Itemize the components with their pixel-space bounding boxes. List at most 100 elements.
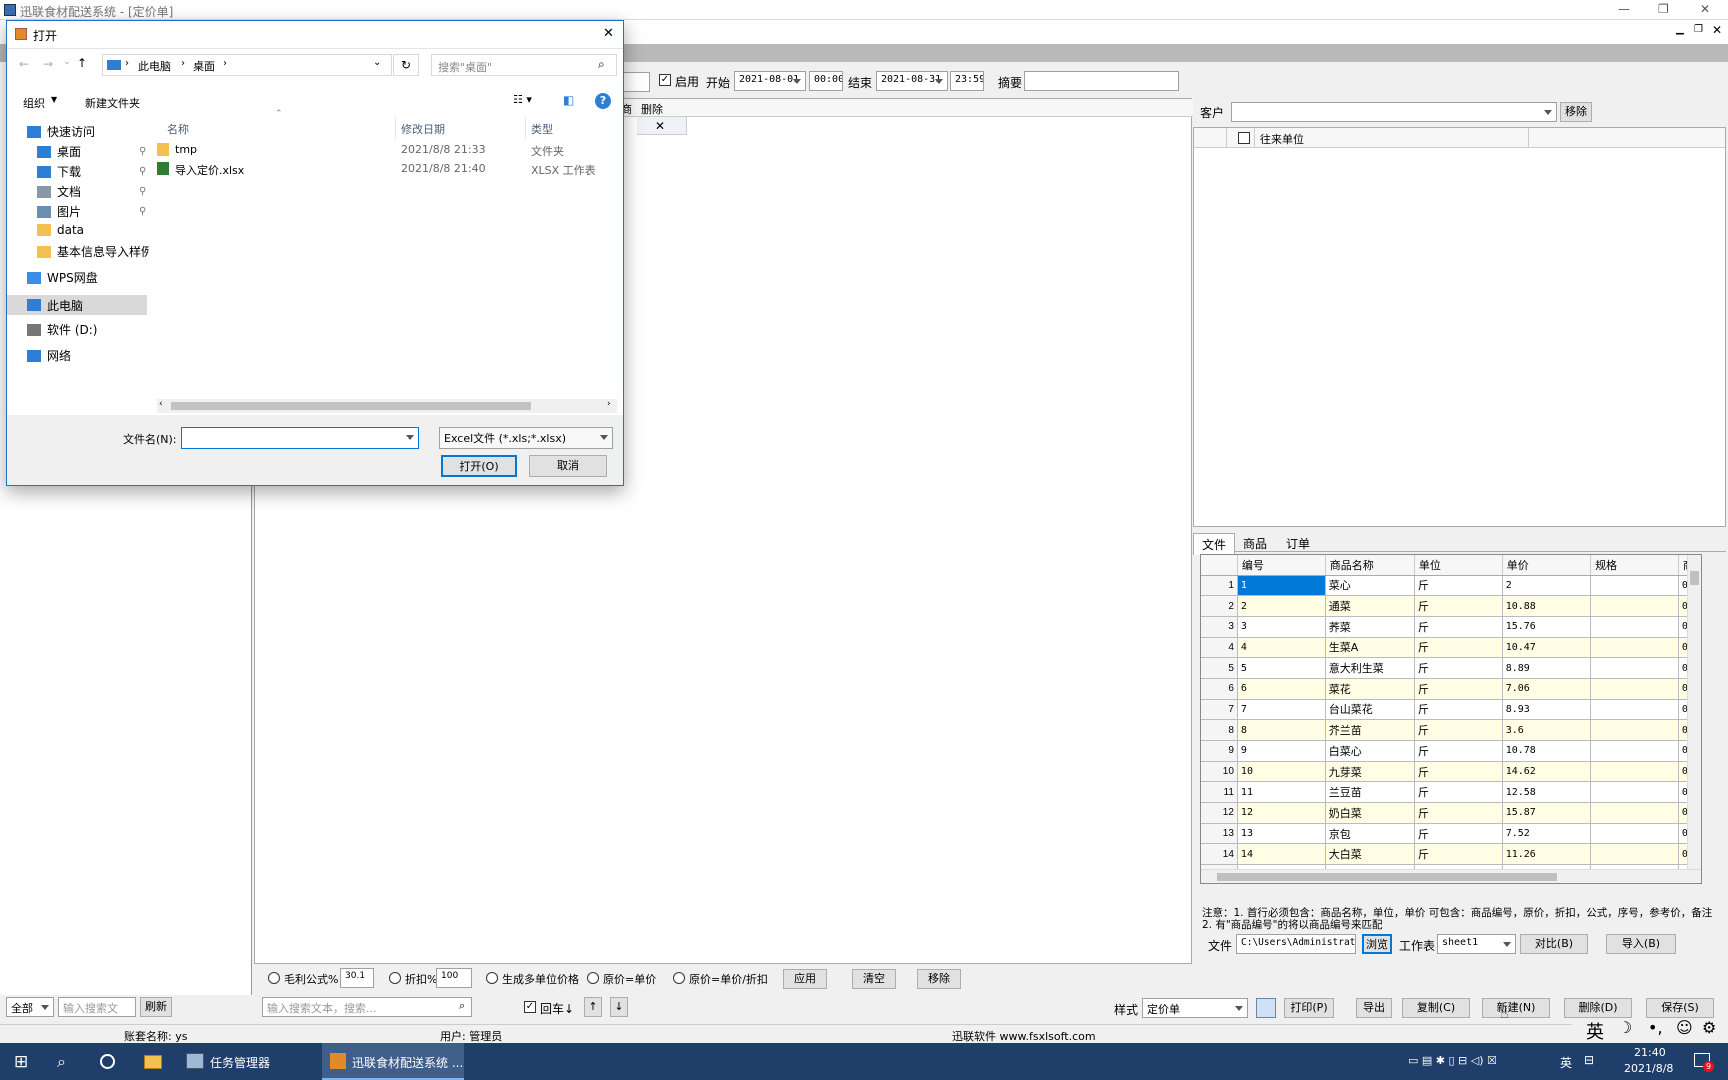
file-type-filter[interactable]: Excel文件 (*.xls;*.xlsx) [439,427,613,449]
emoji-icon[interactable]: ☺ [1676,1018,1693,1037]
cell-spec[interactable] [1590,616,1679,638]
table-row[interactable]: 1313京包斤7.52010 [1201,823,1701,845]
refresh-icon[interactable]: ↻ [393,54,419,76]
table-row[interactable]: 33荞菜斤15.76010 [1201,616,1701,638]
customer-remove-button[interactable]: 移除 [1560,102,1592,122]
cell-spec[interactable] [1590,781,1679,804]
cell-price[interactable]: 8.89 [1502,657,1592,679]
row-header[interactable]: 7 [1201,699,1238,721]
col-type-header[interactable]: 类型 [531,121,553,137]
nav-item-8[interactable]: 此电脑 [7,295,147,315]
export-button[interactable]: 导出 [1356,998,1392,1018]
table-row[interactable]: 77台山菜花斤8.93010 [1201,699,1701,721]
table-row[interactable]: 22通菜斤10.88010 [1201,595,1701,617]
cell-unit[interactable]: 斤 [1414,761,1503,783]
orig-eq-unit-discount-radio[interactable] [673,972,685,984]
back-arrow-icon[interactable]: ← [19,57,29,71]
sheet-select[interactable]: sheet1 [1437,934,1516,954]
row-header[interactable]: 11 [1201,781,1238,804]
cell-name[interactable]: 奶白菜 [1325,802,1415,824]
dialog-close-icon[interactable]: ✕ [603,26,614,41]
row-header[interactable]: 13 [1201,823,1238,845]
cell-price[interactable]: 8.93 [1502,699,1592,721]
cell-name[interactable]: 意大利生菜 [1325,657,1415,679]
select-all-checkbox[interactable] [1238,132,1250,144]
cell-name[interactable]: 兰豆苗 [1325,781,1415,804]
preview-pane-icon[interactable]: ◧ [563,93,574,107]
row-header[interactable]: 14 [1201,843,1238,866]
col-name-header[interactable]: 名称 [167,121,189,137]
cell-code[interactable]: 8 [1237,719,1326,741]
organize-menu[interactable]: 组织 [23,95,45,111]
tab-order[interactable]: 订单 [1286,535,1310,552]
cell-code[interactable]: 10 [1237,761,1326,783]
cell-unit[interactable]: 斤 [1414,699,1503,721]
filename-input[interactable] [181,427,419,449]
cell-spec[interactable] [1590,699,1679,721]
delete-row-icon[interactable]: ✕ [655,119,665,133]
cell-name[interactable]: 九芽菜 [1325,761,1415,783]
clock-date[interactable]: 2021/8/8 [1624,1062,1673,1075]
table-row[interactable]: 99白菜心斤10.78010 [1201,740,1701,762]
mdi-close-icon[interactable]: ✕ [1712,23,1722,37]
search-input[interactable]: 输入搜索文本，搜索... [262,997,472,1017]
table-row[interactable]: 44生菜A斤10.47010 [1201,637,1701,659]
cell-unit[interactable]: 斤 [1414,595,1503,617]
cell-name[interactable]: 白菜心 [1325,740,1415,762]
cell-spec[interactable] [1590,823,1679,845]
nav-item-6[interactable]: 基本信息导入样例表 [37,243,149,260]
search-icon[interactable]: ⌕ [459,999,465,1013]
left-search-input[interactable]: 输入搜索文 [58,997,136,1017]
address-dropdown-icon[interactable]: ⌄ [373,57,381,68]
tab-goods[interactable]: 商品 [1243,535,1267,552]
start-date-picker[interactable]: 2021-08-01 [734,71,806,91]
clear-button[interactable]: 清空 [852,969,896,989]
cell-unit[interactable]: 斤 [1414,637,1503,659]
row-header[interactable]: 3 [1201,616,1238,638]
end-date-picker[interactable]: 2021-08-31 [876,71,948,91]
mdi-minimize-icon[interactable]: ▁ [1676,24,1684,35]
cell-code[interactable]: 13 [1237,823,1326,845]
restore-button[interactable]: ❐ [1658,2,1669,16]
taskbar-search-icon[interactable]: ⌕ [57,1052,66,1072]
cell-price[interactable]: 10.88 [1502,595,1592,617]
taskbar-app-active[interactable]: 迅联食材配送系统 ... [322,1043,464,1080]
row-header[interactable]: 4 [1201,637,1238,659]
taskbar-app-task-manager[interactable]: 任务管理器 [210,1054,270,1071]
copy-button[interactable]: 复制(C) [1402,998,1470,1018]
import-button[interactable]: 导入(B) [1606,934,1676,954]
table-row[interactable]: 1111兰豆苗斤12.58010 [1201,781,1701,804]
end-time-field[interactable]: 23:59 [950,71,984,91]
cell-name[interactable]: 台山菜花 [1325,699,1415,721]
col-date-header[interactable]: 修改日期 [401,121,445,137]
file-row[interactable]: 导入定价.xlsx 2021/8/8 21:40 XLSX 工作表 [157,160,617,178]
table-row[interactable]: 1414大白菜斤11.26010 [1201,843,1701,866]
cell-unit[interactable]: 斤 [1414,719,1503,741]
file-explorer-icon[interactable] [144,1055,162,1069]
table-row[interactable]: 1010九芽菜斤14.62010 [1201,761,1701,783]
table-row[interactable]: 11菜心斤2010 [1201,575,1701,597]
cell-unit[interactable]: 斤 [1414,802,1503,824]
table-row[interactable]: 88芥兰苗斤3.6010 [1201,719,1701,741]
cell-price[interactable]: 15.87 [1502,802,1592,824]
pin-icon[interactable]: ⚲ [139,166,146,177]
cell-price[interactable]: 15.76 [1502,616,1592,638]
table-row[interactable]: 66菜花斤7.06010 [1201,678,1701,700]
cell-spec[interactable] [1590,575,1679,597]
cell-spec[interactable] [1590,678,1679,700]
cell-spec[interactable] [1590,637,1679,659]
close-button[interactable]: ✕ [1700,2,1710,16]
cell-price[interactable]: 2 [1502,575,1592,597]
print-button[interactable]: 打印(P) [1284,998,1334,1018]
row-header[interactable]: 10 [1201,761,1238,783]
cell-code[interactable]: 5 [1237,657,1326,679]
discount-radio[interactable] [389,972,401,984]
open-button[interactable]: 打开(O) [441,455,517,477]
row-header[interactable]: 8 [1201,719,1238,741]
cell-name[interactable]: 芥兰苗 [1325,719,1415,741]
nav-item-2[interactable]: 下载 ⚲ [37,163,146,180]
organize-chevron-icon[interactable]: ▼ [51,95,57,104]
cell-unit[interactable]: 斤 [1414,740,1503,762]
cell-spec[interactable] [1590,761,1679,783]
cell-spec[interactable] [1590,595,1679,617]
